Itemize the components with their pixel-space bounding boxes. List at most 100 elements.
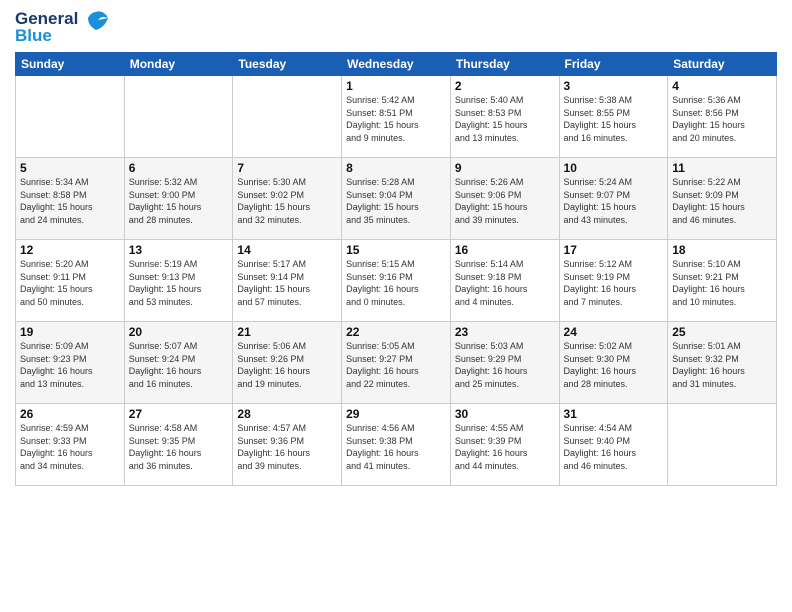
day-number: 28 [237,407,337,421]
calendar-cell: 22Sunrise: 5:05 AM Sunset: 9:27 PM Dayli… [342,322,451,404]
week-row-1: 5Sunrise: 5:34 AM Sunset: 8:58 PM Daylig… [16,158,777,240]
calendar-cell: 10Sunrise: 5:24 AM Sunset: 9:07 PM Dayli… [559,158,668,240]
cell-info: Sunrise: 5:10 AM Sunset: 9:21 PM Dayligh… [672,258,772,308]
calendar-cell: 6Sunrise: 5:32 AM Sunset: 9:00 PM Daylig… [124,158,233,240]
cell-info: Sunrise: 5:24 AM Sunset: 9:07 PM Dayligh… [564,176,664,226]
day-number: 3 [564,79,664,93]
header-monday: Monday [124,53,233,76]
calendar-cell [233,76,342,158]
day-number: 16 [455,243,555,257]
day-number: 22 [346,325,446,339]
calendar-cell: 20Sunrise: 5:07 AM Sunset: 9:24 PM Dayli… [124,322,233,404]
day-number: 23 [455,325,555,339]
header-friday: Friday [559,53,668,76]
day-number: 20 [129,325,229,339]
cell-info: Sunrise: 5:34 AM Sunset: 8:58 PM Dayligh… [20,176,120,226]
logo-blue: Blue [15,27,78,44]
day-number: 25 [672,325,772,339]
calendar-cell: 7Sunrise: 5:30 AM Sunset: 9:02 PM Daylig… [233,158,342,240]
calendar-cell: 8Sunrise: 5:28 AM Sunset: 9:04 PM Daylig… [342,158,451,240]
day-number: 2 [455,79,555,93]
day-number: 7 [237,161,337,175]
cell-info: Sunrise: 5:02 AM Sunset: 9:30 PM Dayligh… [564,340,664,390]
calendar-cell: 2Sunrise: 5:40 AM Sunset: 8:53 PM Daylig… [450,76,559,158]
calendar-cell: 25Sunrise: 5:01 AM Sunset: 9:32 PM Dayli… [668,322,777,404]
cell-info: Sunrise: 5:26 AM Sunset: 9:06 PM Dayligh… [455,176,555,226]
cell-info: Sunrise: 5:22 AM Sunset: 9:09 PM Dayligh… [672,176,772,226]
day-number: 27 [129,407,229,421]
day-number: 30 [455,407,555,421]
week-row-4: 26Sunrise: 4:59 AM Sunset: 9:33 PM Dayli… [16,404,777,486]
calendar-cell: 12Sunrise: 5:20 AM Sunset: 9:11 PM Dayli… [16,240,125,322]
calendar-cell: 31Sunrise: 4:54 AM Sunset: 9:40 PM Dayli… [559,404,668,486]
day-number: 14 [237,243,337,257]
cell-info: Sunrise: 4:55 AM Sunset: 9:39 PM Dayligh… [455,422,555,472]
day-number: 13 [129,243,229,257]
week-row-0: 1Sunrise: 5:42 AM Sunset: 8:51 PM Daylig… [16,76,777,158]
cell-info: Sunrise: 5:32 AM Sunset: 9:00 PM Dayligh… [129,176,229,226]
day-number: 26 [20,407,120,421]
day-number: 19 [20,325,120,339]
logo-bird-icon [82,8,110,42]
day-number: 24 [564,325,664,339]
calendar-cell: 26Sunrise: 4:59 AM Sunset: 9:33 PM Dayli… [16,404,125,486]
calendar-cell: 19Sunrise: 5:09 AM Sunset: 9:23 PM Dayli… [16,322,125,404]
calendar-cell [668,404,777,486]
cell-info: Sunrise: 5:28 AM Sunset: 9:04 PM Dayligh… [346,176,446,226]
calendar-cell: 1Sunrise: 5:42 AM Sunset: 8:51 PM Daylig… [342,76,451,158]
calendar-cell: 29Sunrise: 4:56 AM Sunset: 9:38 PM Dayli… [342,404,451,486]
cell-info: Sunrise: 4:57 AM Sunset: 9:36 PM Dayligh… [237,422,337,472]
cell-info: Sunrise: 5:12 AM Sunset: 9:19 PM Dayligh… [564,258,664,308]
cell-info: Sunrise: 5:19 AM Sunset: 9:13 PM Dayligh… [129,258,229,308]
cell-info: Sunrise: 5:40 AM Sunset: 8:53 PM Dayligh… [455,94,555,144]
day-number: 18 [672,243,772,257]
calendar-cell: 17Sunrise: 5:12 AM Sunset: 9:19 PM Dayli… [559,240,668,322]
header: General Blue [15,10,777,44]
calendar-cell: 3Sunrise: 5:38 AM Sunset: 8:55 PM Daylig… [559,76,668,158]
calendar-cell: 13Sunrise: 5:19 AM Sunset: 9:13 PM Dayli… [124,240,233,322]
calendar-cell: 21Sunrise: 5:06 AM Sunset: 9:26 PM Dayli… [233,322,342,404]
week-row-2: 12Sunrise: 5:20 AM Sunset: 9:11 PM Dayli… [16,240,777,322]
day-number: 12 [20,243,120,257]
header-wednesday: Wednesday [342,53,451,76]
cell-info: Sunrise: 4:56 AM Sunset: 9:38 PM Dayligh… [346,422,446,472]
calendar-cell: 11Sunrise: 5:22 AM Sunset: 9:09 PM Dayli… [668,158,777,240]
cell-info: Sunrise: 5:06 AM Sunset: 9:26 PM Dayligh… [237,340,337,390]
day-number: 6 [129,161,229,175]
cell-info: Sunrise: 4:58 AM Sunset: 9:35 PM Dayligh… [129,422,229,472]
logo: General Blue [15,10,110,44]
day-number: 5 [20,161,120,175]
cell-info: Sunrise: 5:01 AM Sunset: 9:32 PM Dayligh… [672,340,772,390]
day-number: 4 [672,79,772,93]
day-number: 8 [346,161,446,175]
day-number: 1 [346,79,446,93]
cell-info: Sunrise: 5:07 AM Sunset: 9:24 PM Dayligh… [129,340,229,390]
calendar-cell: 14Sunrise: 5:17 AM Sunset: 9:14 PM Dayli… [233,240,342,322]
logo-general: General [15,10,78,27]
cell-info: Sunrise: 5:17 AM Sunset: 9:14 PM Dayligh… [237,258,337,308]
cell-info: Sunrise: 5:05 AM Sunset: 9:27 PM Dayligh… [346,340,446,390]
cell-info: Sunrise: 4:54 AM Sunset: 9:40 PM Dayligh… [564,422,664,472]
cell-info: Sunrise: 5:14 AM Sunset: 9:18 PM Dayligh… [455,258,555,308]
calendar-cell: 30Sunrise: 4:55 AM Sunset: 9:39 PM Dayli… [450,404,559,486]
calendar-cell: 4Sunrise: 5:36 AM Sunset: 8:56 PM Daylig… [668,76,777,158]
cell-info: Sunrise: 5:42 AM Sunset: 8:51 PM Dayligh… [346,94,446,144]
cell-info: Sunrise: 5:15 AM Sunset: 9:16 PM Dayligh… [346,258,446,308]
cell-info: Sunrise: 5:38 AM Sunset: 8:55 PM Dayligh… [564,94,664,144]
calendar-cell: 16Sunrise: 5:14 AM Sunset: 9:18 PM Dayli… [450,240,559,322]
cell-info: Sunrise: 4:59 AM Sunset: 9:33 PM Dayligh… [20,422,120,472]
day-number: 15 [346,243,446,257]
calendar-cell: 28Sunrise: 4:57 AM Sunset: 9:36 PM Dayli… [233,404,342,486]
header-thursday: Thursday [450,53,559,76]
day-number: 31 [564,407,664,421]
cell-info: Sunrise: 5:36 AM Sunset: 8:56 PM Dayligh… [672,94,772,144]
calendar-cell: 24Sunrise: 5:02 AM Sunset: 9:30 PM Dayli… [559,322,668,404]
calendar-cell: 5Sunrise: 5:34 AM Sunset: 8:58 PM Daylig… [16,158,125,240]
page: General Blue SundayMondayTuesdayWednesda… [0,0,792,612]
calendar-table: SundayMondayTuesdayWednesdayThursdayFrid… [15,52,777,486]
header-saturday: Saturday [668,53,777,76]
week-row-3: 19Sunrise: 5:09 AM Sunset: 9:23 PM Dayli… [16,322,777,404]
calendar-cell [16,76,125,158]
cell-info: Sunrise: 5:09 AM Sunset: 9:23 PM Dayligh… [20,340,120,390]
header-tuesday: Tuesday [233,53,342,76]
